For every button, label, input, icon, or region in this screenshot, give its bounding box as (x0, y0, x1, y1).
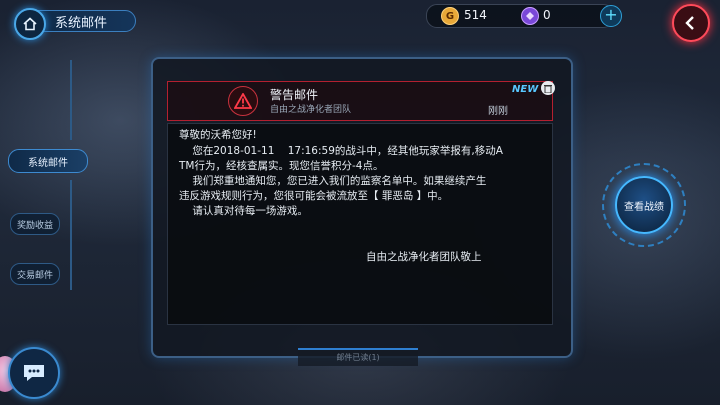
home-button[interactable] (14, 8, 46, 40)
home-icon (23, 17, 37, 31)
mail-line: TM行为，经核查属实。现您信誉积分-4点。 (179, 160, 384, 172)
mail-type: 警告邮件 (270, 88, 319, 102)
plus-icon: + (604, 5, 618, 24)
gold-amount: 514 (464, 8, 487, 22)
nav-divider (70, 180, 72, 290)
bottom-tab[interactable]: 邮件已读(1) (298, 348, 418, 366)
mail-line: 请认真对待每一场游戏。 (179, 205, 308, 217)
gem-icon (521, 7, 539, 25)
mail-line: 您在2018-01-11 17:16:59的战斗中，经其他玩家举报有,移动A (179, 145, 503, 157)
delete-mail-button[interactable] (541, 81, 555, 95)
mail-line: 我们郑重地通知您，您已进入我们的监察名单中。如果继续产生 (179, 175, 487, 187)
mail-sender: 自由之战净化者团队 (270, 105, 352, 115)
mail-time: 刚刚 (488, 106, 508, 117)
mail-line: 违反游戏规则行为，您很可能会被流放至【 罪恶岛 】中。 (179, 190, 449, 202)
view-record-button[interactable]: 查看战绩 (615, 176, 673, 234)
nav-divider (70, 60, 72, 140)
gem-amount: 0 (543, 8, 551, 22)
back-button[interactable] (672, 4, 710, 42)
gold-coin-icon: G (441, 7, 459, 25)
nav-system-mail[interactable]: 系统邮件 (8, 149, 88, 173)
new-badge: NEW (512, 84, 539, 95)
chevron-left-icon (685, 16, 694, 30)
trash-icon (544, 84, 552, 93)
nav-rewards[interactable]: 奖励收益 (10, 213, 60, 235)
nav-trade-mail[interactable]: 交易邮件 (10, 263, 60, 285)
page-title: 系统邮件 (38, 10, 136, 32)
mail-greeting: 尊敬的沃希您好! (179, 129, 257, 141)
warning-icon (228, 86, 258, 116)
chat-button[interactable] (8, 347, 60, 399)
add-currency-button[interactable]: + (600, 5, 622, 27)
mail-signature: 自由之战净化者团队敬上 (366, 251, 482, 263)
chat-icon (24, 365, 44, 381)
